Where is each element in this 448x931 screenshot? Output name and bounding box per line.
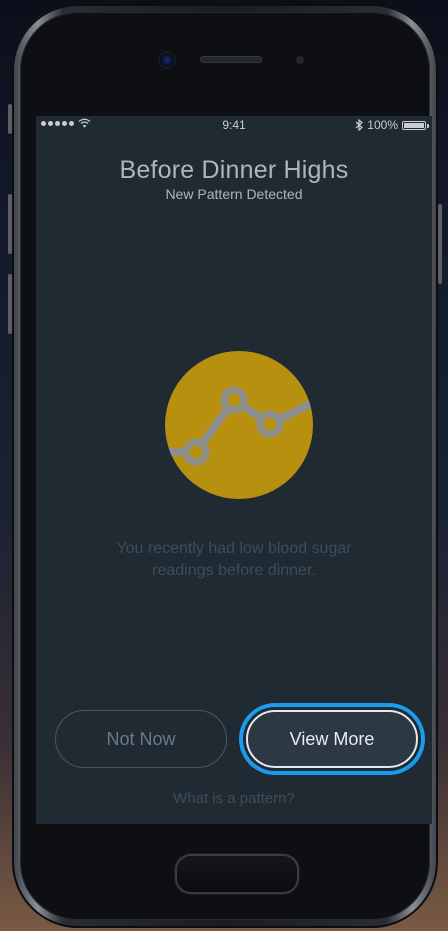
message-line-1: You recently had low blood sugar: [116, 540, 352, 557]
bluetooth-icon: [355, 119, 364, 131]
page-subtitle: New Pattern Detected: [165, 186, 303, 202]
volume-down-button: [8, 274, 12, 334]
page-title: Before Dinner Highs: [119, 156, 349, 184]
not-now-button[interactable]: Not Now: [55, 710, 227, 768]
app-screen: 9:41 100% Before Dinner Highs New Patter…: [36, 116, 432, 824]
what-is-pattern-link[interactable]: What is a pattern?: [36, 790, 432, 807]
proximity-sensor: [296, 56, 304, 64]
battery-percent: 100%: [367, 118, 398, 132]
view-more-button[interactable]: View More: [246, 710, 418, 768]
status-bar: 9:41 100%: [36, 116, 432, 134]
battery-icon: [402, 120, 429, 130]
home-button[interactable]: [177, 856, 297, 892]
pattern-message: You recently had low blood sugar reading…: [66, 538, 402, 582]
pattern-chart-icon: [165, 351, 313, 499]
volume-up-button: [8, 194, 12, 254]
message-line-2: readings before dinner.: [152, 562, 316, 579]
status-right: 100%: [355, 118, 429, 132]
power-button: [438, 204, 442, 284]
mute-switch: [8, 104, 12, 134]
front-camera: [160, 53, 174, 67]
earpiece-speaker: [200, 56, 262, 63]
